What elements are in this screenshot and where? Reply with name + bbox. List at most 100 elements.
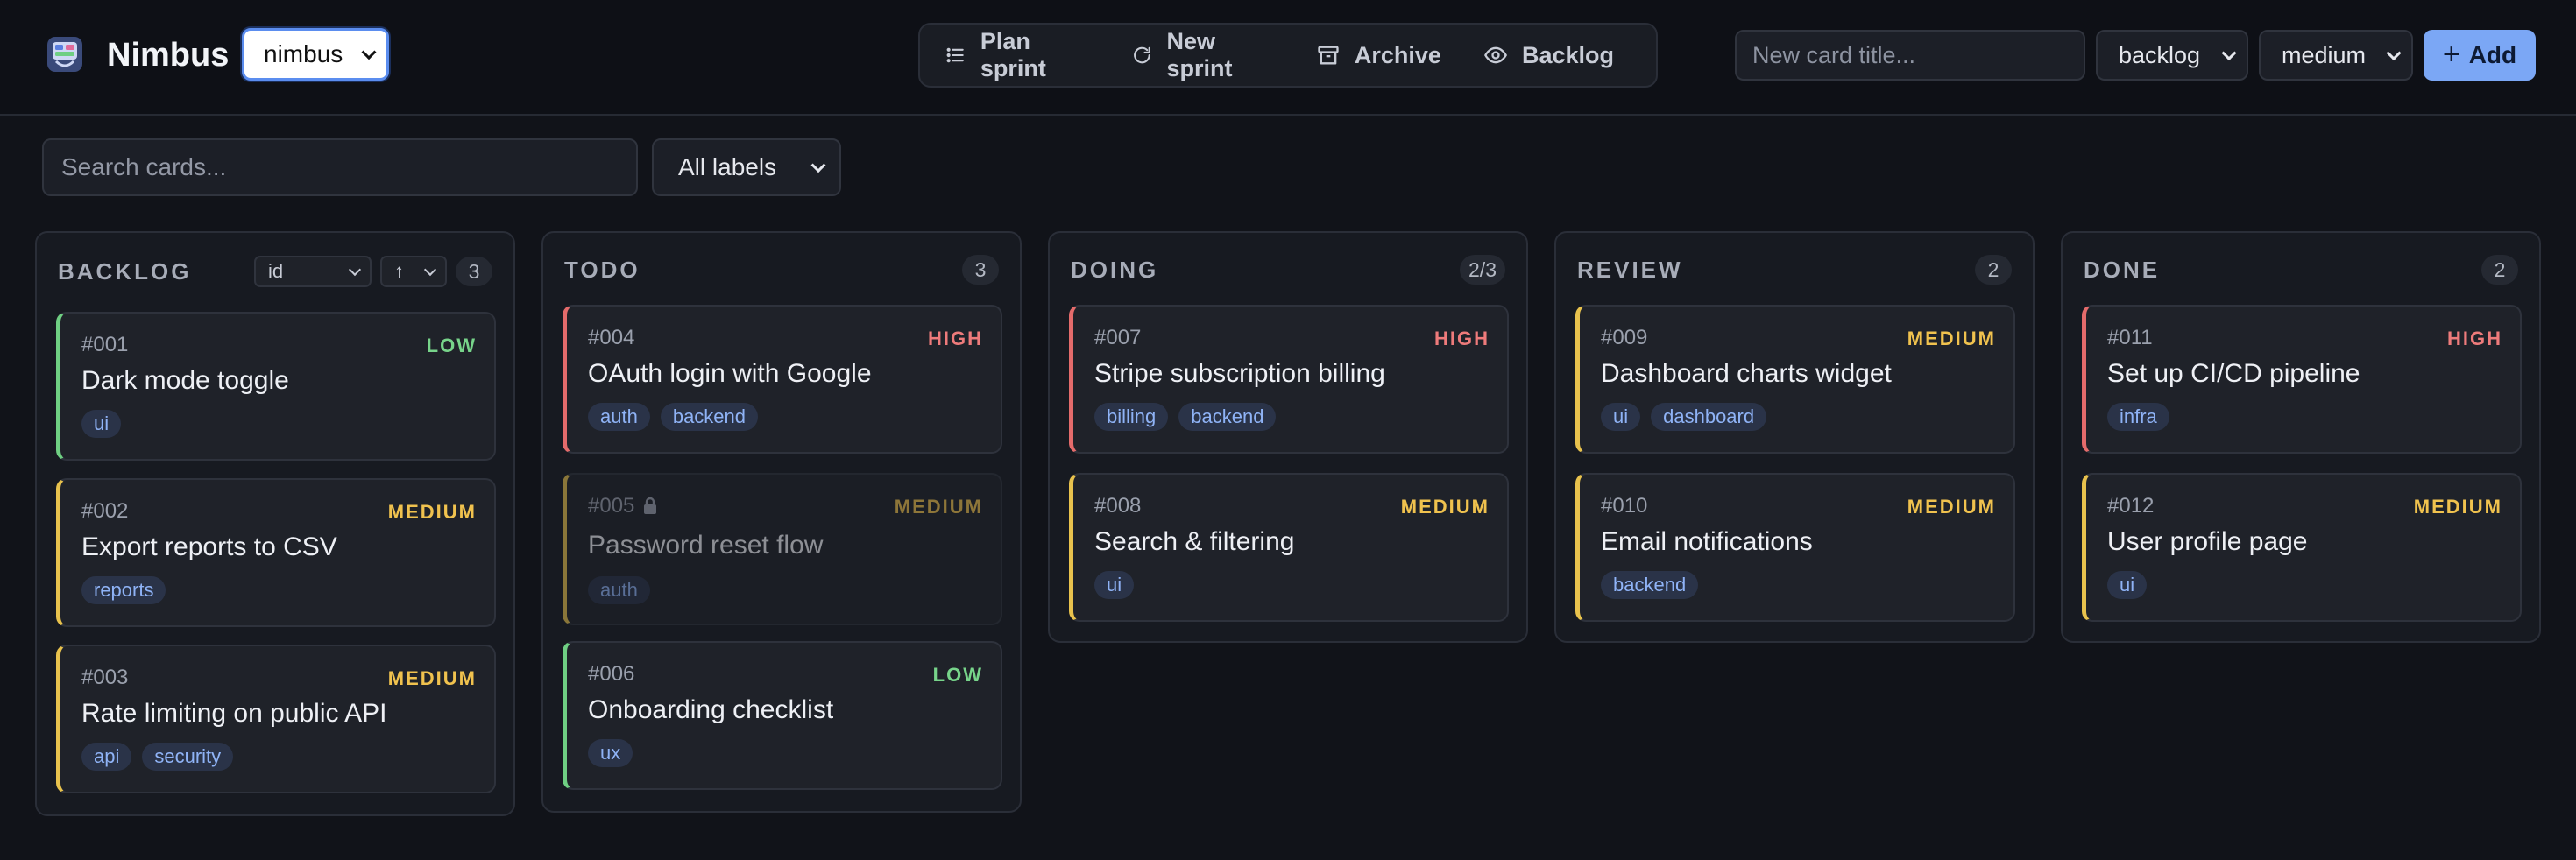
- column-count: 2: [2481, 255, 2518, 285]
- tag[interactable]: security: [142, 743, 234, 771]
- card-007[interactable]: #007 HIGH Stripe subscription billing bi…: [1069, 305, 1509, 454]
- priority-badge: MEDIUM: [1907, 328, 1996, 349]
- priority-select-value: medium: [2282, 41, 2367, 68]
- search-cards-input[interactable]: [42, 138, 638, 196]
- eye-icon: [1483, 46, 1507, 64]
- card-001[interactable]: #001 LOW Dark mode toggle ui: [56, 312, 496, 461]
- card-004[interactable]: #004 HIGH OAuth login with Google auth b…: [563, 305, 1002, 454]
- card-title: Email notifications: [1601, 527, 1813, 556]
- app-name: Nimbus: [107, 37, 230, 74]
- add-card-label: Add: [2468, 41, 2517, 68]
- add-card-button[interactable]: + Add: [2424, 30, 2536, 81]
- tag[interactable]: auth: [588, 576, 650, 604]
- column-done: DONE 2 #011 HIGH Set up CI/CD pipeline i…: [2061, 231, 2541, 643]
- card-id: #007: [1094, 326, 1142, 349]
- refresh-icon: [1133, 46, 1150, 64]
- sort-field-select[interactable]: id: [254, 256, 372, 287]
- tag[interactable]: backend: [1178, 403, 1277, 431]
- card-title: Onboarding checklist: [588, 695, 834, 724]
- column-review: REVIEW 2 #009 MEDIUM Dashboard charts wi…: [1554, 231, 2035, 643]
- priority-badge: MEDIUM: [1907, 496, 1996, 518]
- card-id: #010: [1601, 494, 1648, 518]
- card-id: #006: [588, 662, 635, 686]
- column-count: 2/3: [1460, 255, 1505, 285]
- priority-badge: HIGH: [2447, 328, 2502, 349]
- card-tags: api security: [81, 743, 234, 771]
- card-008[interactable]: #008 MEDIUM Search & filtering ui: [1069, 473, 1509, 622]
- column-title: REVIEW: [1577, 256, 1683, 283]
- archive-label: Archive: [1354, 41, 1441, 68]
- card-title: Search & filtering: [1094, 527, 1295, 556]
- tag[interactable]: backend: [660, 403, 759, 431]
- priority-badge: HIGH: [1434, 328, 1490, 349]
- sort-direction-value: ↑: [394, 260, 404, 282]
- new-sprint-button[interactable]: New sprint: [1131, 28, 1295, 81]
- card-title: Export reports to CSV: [81, 532, 337, 561]
- new-card-status-select[interactable]: backlog: [2096, 30, 2248, 81]
- card-title: Dashboard charts widget: [1601, 359, 1892, 388]
- tag[interactable]: ui: [1094, 571, 1135, 599]
- column-title: TODO: [564, 256, 640, 283]
- column-count: 2: [1975, 255, 2012, 285]
- priority-badge: LOW: [932, 664, 983, 686]
- new-card-priority-select[interactable]: medium: [2259, 30, 2413, 81]
- backlog-label: Backlog: [1521, 41, 1614, 68]
- label-filter-select[interactable]: All labels: [652, 138, 841, 196]
- card-006[interactable]: #006 LOW Onboarding checklist ux: [563, 641, 1002, 790]
- column-title: DOING: [1071, 256, 1159, 283]
- plus-icon: +: [2442, 37, 2460, 71]
- tag[interactable]: api: [81, 743, 132, 771]
- card-009[interactable]: #009 MEDIUM Dashboard charts widget ui d…: [1575, 305, 2015, 454]
- card-tags: ui: [2107, 571, 2148, 599]
- card-003[interactable]: #003 MEDIUM Rate limiting on public API …: [56, 645, 496, 793]
- column-todo: TODO 3 #004 HIGH OAuth login with Google…: [541, 231, 1022, 813]
- new-card-title-input[interactable]: [1735, 30, 2085, 81]
- chevron-down-icon: [810, 158, 826, 173]
- card-id: #004: [588, 326, 635, 349]
- card-title: Password reset flow: [588, 531, 824, 560]
- tag[interactable]: ui: [1601, 403, 1641, 431]
- project-select-value: nimbus: [264, 40, 343, 67]
- card-id: #003: [81, 666, 129, 689]
- column-count: 3: [962, 255, 999, 285]
- tag[interactable]: infra: [2107, 403, 2169, 431]
- column-header: REVIEW 2: [1577, 252, 2012, 287]
- lock-icon: [644, 497, 657, 514]
- tag[interactable]: reports: [81, 576, 166, 604]
- card-002[interactable]: #002 MEDIUM Export reports to CSV report…: [56, 478, 496, 627]
- sort-direction-select[interactable]: ↑: [380, 256, 447, 287]
- tag[interactable]: ui: [81, 410, 122, 438]
- tag[interactable]: dashboard: [1651, 403, 1767, 431]
- card-title: OAuth login with Google: [588, 359, 872, 388]
- card-012[interactable]: #012 MEDIUM User profile page ui: [2082, 473, 2522, 622]
- column-doing: DOING 2/3 #007 HIGH Stripe subscription …: [1048, 231, 1528, 643]
- card-010[interactable]: #010 MEDIUM Email notifications backend: [1575, 473, 2015, 622]
- card-005[interactable]: #005 MEDIUM Password reset flow auth: [563, 473, 1002, 625]
- card-011[interactable]: #011 HIGH Set up CI/CD pipeline infra: [2082, 305, 2522, 454]
- tag[interactable]: ux: [588, 739, 633, 767]
- column-backlog: BACKLOG id ↑ 3 #001 LOW Dark mode toggle…: [35, 231, 515, 816]
- priority-badge: HIGH: [928, 328, 983, 349]
- chevron-down-icon: [361, 45, 377, 60]
- tag[interactable]: ui: [2107, 571, 2148, 599]
- tag[interactable]: auth: [588, 403, 650, 431]
- priority-badge: MEDIUM: [387, 667, 477, 689]
- chevron-down-icon: [423, 263, 437, 277]
- app-logo-icon: [47, 37, 82, 72]
- card-tags: backend: [1601, 571, 1699, 599]
- card-title: Rate limiting on public API: [81, 699, 387, 728]
- project-select[interactable]: nimbus: [242, 28, 389, 81]
- chevron-down-icon: [348, 263, 362, 277]
- tag[interactable]: backend: [1601, 571, 1699, 599]
- plan-sprint-label: Plan sprint: [980, 28, 1046, 81]
- card-id: #002: [81, 499, 129, 523]
- card-title: Set up CI/CD pipeline: [2107, 359, 2360, 388]
- card-tags: billing backend: [1094, 403, 1277, 431]
- backlog-button[interactable]: Backlog: [1483, 31, 1635, 80]
- card-title: Stripe subscription billing: [1094, 359, 1385, 388]
- tag[interactable]: billing: [1094, 403, 1169, 431]
- archive-button[interactable]: Archive: [1316, 31, 1462, 80]
- priority-badge: MEDIUM: [1400, 496, 1490, 518]
- plan-sprint-button[interactable]: Plan sprint: [945, 28, 1110, 81]
- label-filter-value: All labels: [678, 153, 777, 180]
